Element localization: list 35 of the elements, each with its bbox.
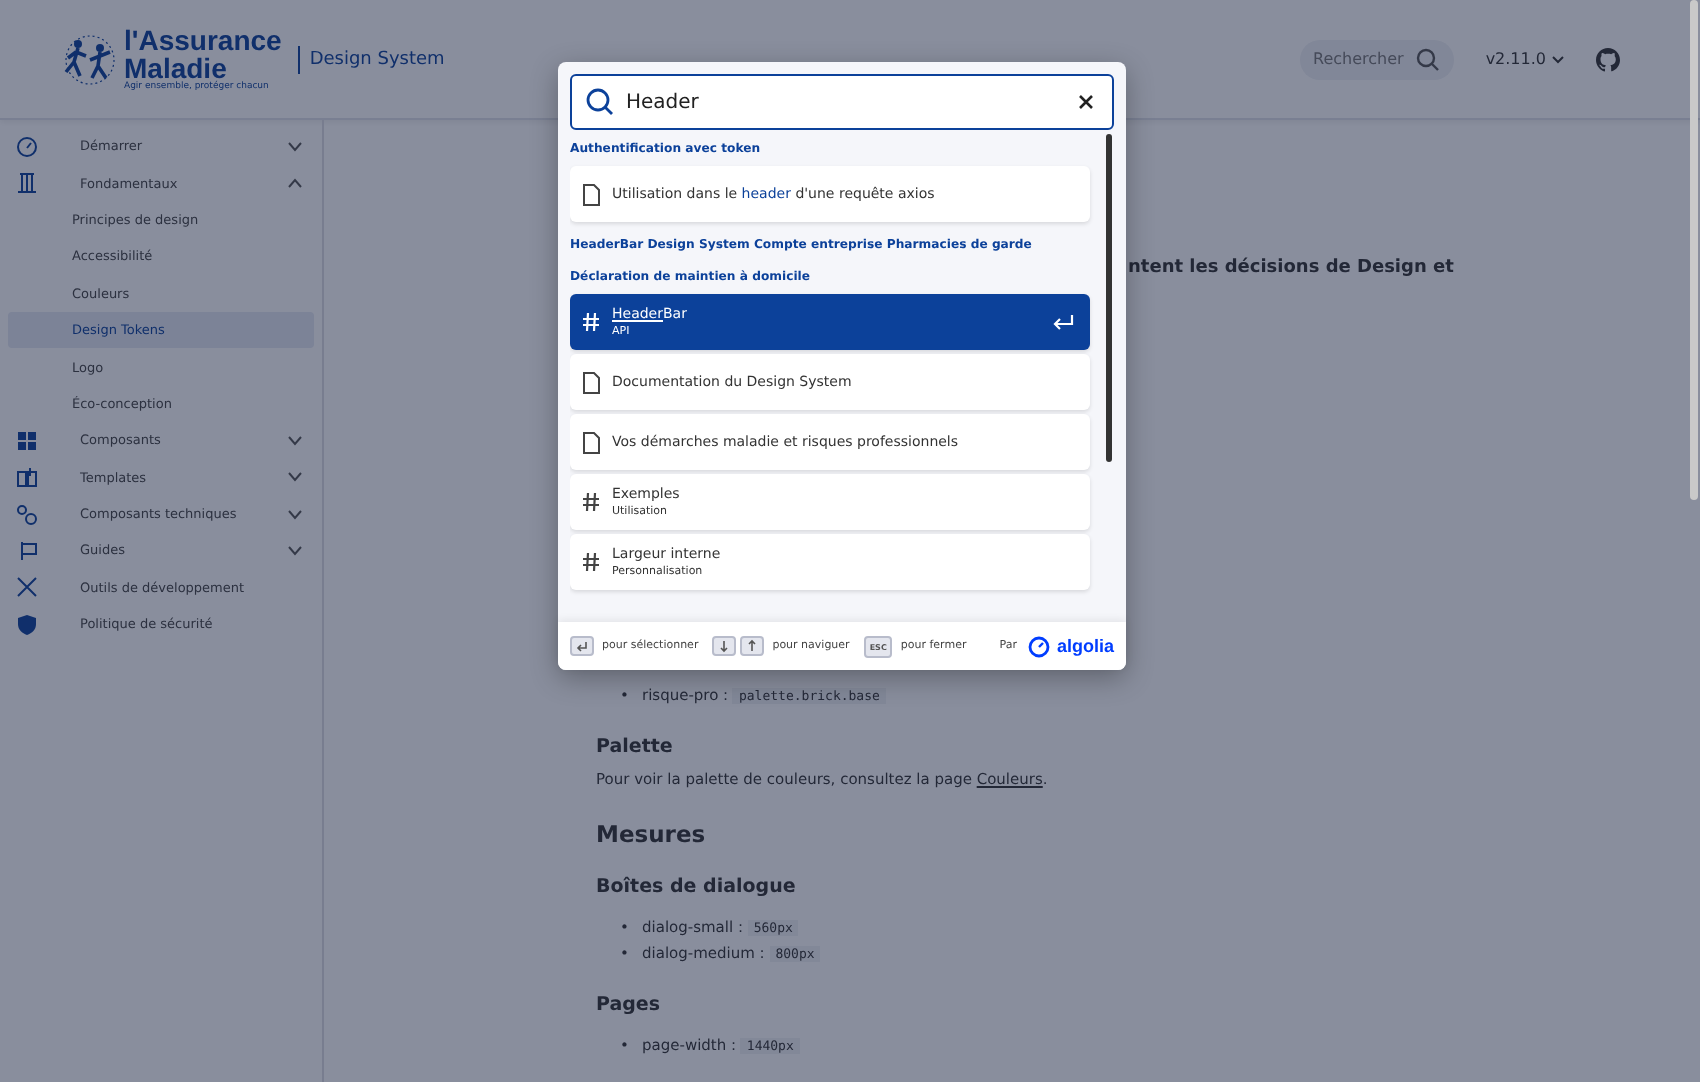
up-arrow-key-icon xyxy=(740,636,765,656)
algolia-wordmark[interactable]: algolia xyxy=(1056,636,1114,656)
hash-icon xyxy=(582,492,600,512)
grid-icon xyxy=(16,429,38,452)
section-heading: Boîtes de dialogue xyxy=(596,876,798,898)
search-icon xyxy=(1415,47,1440,71)
paragraph-text: ntent les décisions de Design et xyxy=(1128,258,1456,278)
search-field[interactable]: Header xyxy=(570,74,1114,130)
document-icon xyxy=(582,371,600,393)
chevron-icon xyxy=(1552,55,1564,63)
close-icon[interactable] xyxy=(1078,94,1094,110)
enter-key-icon xyxy=(570,636,594,656)
enter-icon xyxy=(1052,313,1074,331)
shield-icon xyxy=(16,613,38,636)
algolia-logo-icon xyxy=(1028,635,1051,657)
hash-icon xyxy=(582,312,600,332)
logo-wordmark: l'Assurance xyxy=(124,25,282,54)
search-button[interactable]: Rechercher xyxy=(1299,39,1454,79)
pillar-icon xyxy=(16,172,38,195)
hash-icon xyxy=(582,552,600,572)
running-figures-icon xyxy=(60,31,120,87)
product-name: Design System xyxy=(297,45,445,73)
github-icon[interactable] xyxy=(1596,47,1620,71)
section-heading: Palette xyxy=(596,736,675,758)
scrollbar[interactable] xyxy=(1690,0,1698,500)
search-icon xyxy=(586,88,614,116)
gauge-icon xyxy=(16,135,38,158)
document-icon xyxy=(582,183,600,205)
section-heading: Pages xyxy=(596,994,663,1016)
scrollbar-thumb[interactable] xyxy=(1106,134,1112,462)
down-arrow-key-icon xyxy=(712,636,737,656)
document-icon xyxy=(582,431,600,453)
section-title: Mesures xyxy=(596,820,708,848)
version-dropdown[interactable]: v2.11.0 xyxy=(1485,50,1564,68)
logo-wordmark: Maladie xyxy=(124,53,227,82)
